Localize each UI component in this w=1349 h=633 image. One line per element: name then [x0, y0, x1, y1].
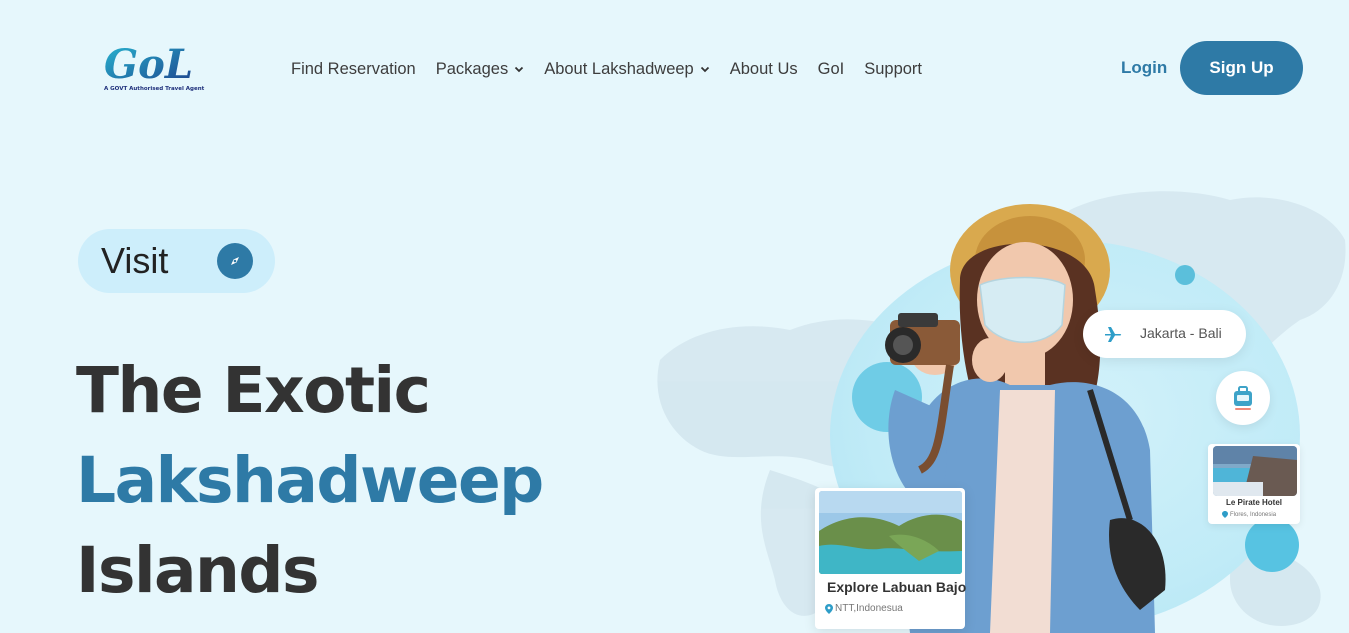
airplane-icon: [1105, 327, 1122, 342]
location-pin-icon: [1222, 511, 1228, 518]
nav-about-us[interactable]: About Us: [730, 58, 798, 80]
headline-line-1: The Exotic: [76, 354, 431, 427]
hotel-card[interactable]: Le Pirate Hotel Flores, Indonesia: [1208, 444, 1300, 524]
hotel-location: Flores, Indonesia: [1222, 511, 1276, 518]
route-label: Jakarta - Bali: [1140, 325, 1222, 341]
svg-text:GoL: GoL: [104, 41, 193, 86]
chevron-down-icon: [700, 66, 709, 73]
main-nav: Find Reservation Packages About Lakshadw…: [291, 58, 922, 80]
chevron-down-icon: [515, 66, 524, 73]
compass-icon: [217, 243, 253, 279]
hotel-location-text: Flores, Indonesia: [1230, 511, 1277, 518]
nav-support[interactable]: Support: [864, 58, 922, 80]
headline-line-2: Lakshadweep: [76, 444, 544, 517]
nav-packages[interactable]: Packages: [436, 58, 524, 80]
nav-label: About Us: [729, 59, 798, 78]
decor-bubble: [1245, 518, 1299, 572]
route-chip[interactable]: Jakarta - Bali: [1083, 310, 1246, 358]
hero-headline: The Exotic Lakshadweep Islands: [76, 346, 544, 616]
explore-location-text: NTT,Indonesua: [835, 603, 903, 614]
luggage-chip[interactable]: [1216, 371, 1270, 425]
nav-label: Support: [864, 59, 923, 78]
decor-bubble: [1175, 265, 1195, 285]
visit-label: Visit: [101, 240, 169, 281]
explore-location: NTT,Indonesua: [825, 603, 903, 614]
brand-logo[interactable]: GoL A GOVT Authorised Travel Agent: [102, 40, 204, 96]
hotel-photo: [1213, 446, 1297, 496]
nav-label: Packages: [435, 59, 509, 78]
nav-label: About Lakshadweep: [544, 59, 694, 78]
logo-mark-icon: GoL: [104, 41, 193, 88]
brand-tagline: A GOVT Authorised Travel Agent: [104, 86, 205, 92]
nav-goi[interactable]: GoI: [818, 58, 845, 80]
headline-line-3: Islands: [76, 534, 319, 607]
location-pin-icon: [825, 603, 833, 614]
nav-label: GoI: [817, 59, 845, 78]
nav-label: Find Reservation: [291, 59, 416, 78]
visit-pill: Visit: [78, 229, 275, 293]
hotel-name: Le Pirate Hotel: [1225, 498, 1282, 507]
nav-find-reservation[interactable]: Find Reservation: [291, 58, 416, 80]
explore-photo: [819, 491, 962, 574]
luggage-icon: [1234, 386, 1252, 410]
nav-about-lakshadweep[interactable]: About Lakshadweep: [544, 58, 710, 80]
login-link[interactable]: Login: [1121, 58, 1167, 78]
explore-card[interactable]: Explore Labuan Bajo NTT,Indonesua: [815, 488, 967, 629]
landing-page: GoL A GOVT Authorised Travel Agent Find …: [0, 0, 1349, 633]
signup-button[interactable]: Sign Up: [1180, 41, 1303, 95]
explore-title: Explore Labuan Bajo: [827, 579, 967, 595]
